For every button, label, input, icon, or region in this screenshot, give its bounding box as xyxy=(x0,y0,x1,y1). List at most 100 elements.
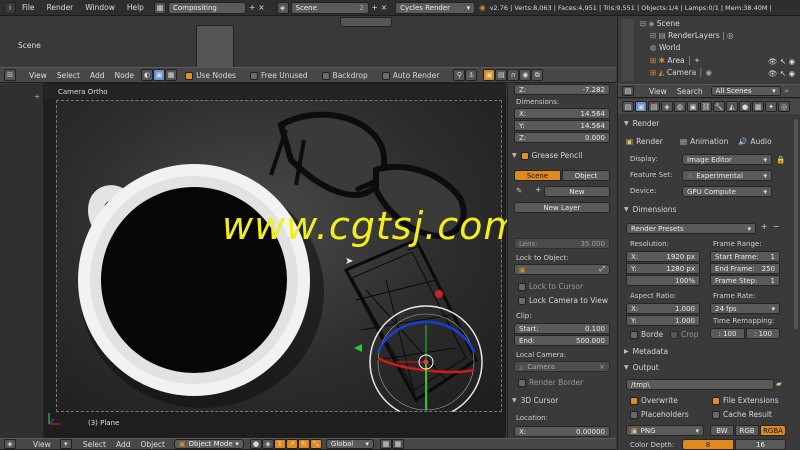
lock-to-cursor-checkbox[interactable] xyxy=(518,283,526,291)
outliner-item-scene[interactable]: ⊟ ◈ Scene xyxy=(640,19,680,28)
copy-icon[interactable]: ⧉ xyxy=(531,69,544,81)
backdrop-toggle[interactable]: Backdrop xyxy=(321,71,368,80)
color-rgb-button[interactable]: RGB xyxy=(735,425,759,436)
local-camera-field[interactable]: ◭ Camera × xyxy=(514,361,610,372)
outliner-visibility-icons[interactable]: 👁 ↖ ◉ xyxy=(768,57,795,66)
add-layout-icon[interactable]: + xyxy=(249,3,255,12)
border-toggle[interactable]: Borde xyxy=(630,330,663,339)
audio-button[interactable]: 🔊 Audio xyxy=(738,137,772,146)
frame-rate-dropdown[interactable]: 24 fps ▾ xyxy=(710,303,780,314)
dimensions-panel-header[interactable]: ▼ Dimensions xyxy=(624,205,676,214)
file-extensions-toggle[interactable]: File Extensions xyxy=(712,396,779,405)
menu-render[interactable]: Render xyxy=(41,3,80,12)
render-button[interactable]: ▣ Render xyxy=(626,137,663,146)
layer-icon-2[interactable]: ▦ xyxy=(391,439,404,449)
end-frame-field[interactable]: End Frame: 250 xyxy=(710,263,780,274)
file-extensions-checkbox[interactable] xyxy=(712,397,720,405)
menu-help[interactable]: Help xyxy=(121,3,150,12)
shading-icon[interactable]: ● xyxy=(249,439,262,449)
3d-menu-select[interactable]: Select xyxy=(78,440,111,449)
info-editor-icon[interactable]: i xyxy=(4,1,16,14)
3d-view-editor-icon[interactable]: ◈ xyxy=(4,439,16,449)
translate-icon[interactable]: ↗ xyxy=(285,439,298,449)
animation-button[interactable]: ▤ Animation xyxy=(680,137,728,146)
snap-icon[interactable]: ▣ xyxy=(483,69,496,81)
frame-step-field[interactable]: Frame Step: 1 xyxy=(710,275,780,286)
composite-node[interactable] xyxy=(340,17,392,27)
outliner-menu-view[interactable]: View xyxy=(644,87,672,96)
world-tab-icon[interactable]: ◍ xyxy=(674,101,686,112)
shelf-toggle-icon[interactable]: + xyxy=(34,92,40,101)
lock-camera-to-view-checkbox[interactable] xyxy=(518,297,526,305)
metadata-panel-header[interactable]: ▶ Metadata xyxy=(624,347,668,356)
color-rgba-button[interactable]: RGBA xyxy=(760,425,786,436)
resolution-percentage-field[interactable]: 100% xyxy=(626,275,700,286)
grease-pencil-new-button[interactable]: New xyxy=(544,186,610,197)
material-tab-icon[interactable]: ● xyxy=(739,101,751,112)
color-bw-button[interactable]: BW xyxy=(710,425,734,436)
modifiers-tab-icon[interactable]: 🔧 xyxy=(713,101,725,112)
outliner-item-area[interactable]: ⊞ ✱ Area │ ✦ xyxy=(650,56,700,65)
render-tab-icon[interactable]: ▣ xyxy=(635,101,647,112)
free-unused-checkbox[interactable] xyxy=(249,71,258,80)
overwrite-toggle[interactable]: Overwrite xyxy=(630,396,678,405)
crop-toggle[interactable]: Crop xyxy=(670,330,699,339)
time-remap-new-field[interactable]: : 100 xyxy=(746,328,780,339)
render-icon[interactable]: ◉ xyxy=(519,69,532,81)
editor-type-icon[interactable]: ⊟ xyxy=(4,69,16,81)
physics-tab-icon[interactable]: ◎ xyxy=(778,101,790,112)
cache-result-toggle[interactable]: Cache Result xyxy=(712,410,772,419)
output-path-field[interactable]: /tmp\ xyxy=(626,379,774,390)
3d-menu-view[interactable]: View xyxy=(28,440,56,449)
anchor-icon[interactable]: ⚓ xyxy=(465,69,478,81)
object-tab-icon[interactable]: ▣ xyxy=(687,101,699,112)
pivot-icon[interactable]: ◈ xyxy=(261,439,274,449)
data-tab-icon[interactable]: ◭ xyxy=(726,101,738,112)
texture-nodes-icon[interactable]: ▦ xyxy=(165,69,178,81)
3d-cursor-panel-header[interactable]: ▼ 3D Cursor xyxy=(512,396,558,405)
outliner-search-icon[interactable]: ⌕ xyxy=(785,86,789,96)
use-nodes-checkbox[interactable] xyxy=(185,71,194,80)
screen-layout-icon[interactable]: ▦ xyxy=(153,1,166,14)
resolution-x-field[interactable]: X: 1920 px xyxy=(626,251,700,262)
delete-scene-icon[interactable]: × xyxy=(381,3,387,12)
render-border-checkbox[interactable] xyxy=(518,379,526,387)
folder-icon[interactable]: ▰ xyxy=(776,379,782,388)
menu-file[interactable]: File xyxy=(16,3,41,12)
placeholders-checkbox[interactable] xyxy=(630,411,638,419)
grease-pencil-checkbox[interactable] xyxy=(520,151,529,160)
scene-icon[interactable]: ◈ xyxy=(276,1,289,14)
transform-orientation-dropdown[interactable]: Global ▾ xyxy=(325,439,374,449)
grease-pencil-tab-object[interactable]: Object xyxy=(562,170,610,181)
device-dropdown[interactable]: GPU Compute ▾ xyxy=(682,186,772,197)
start-frame-field[interactable]: Start Frame: 1 xyxy=(710,251,780,262)
outliner-editor-icon[interactable]: ▤ xyxy=(622,86,634,96)
clip-start-field[interactable]: Start: 0.100 xyxy=(514,323,610,334)
node-menu-select[interactable]: Select xyxy=(52,71,85,80)
plus-icon[interactable]: + xyxy=(535,185,541,194)
magnet-icon[interactable]: ∩ xyxy=(507,69,520,81)
menu-window[interactable]: Window xyxy=(79,3,121,12)
clip-end-field[interactable]: End: 500.000 xyxy=(514,335,610,346)
scale-icon[interactable]: ⤡ xyxy=(309,439,322,449)
cache-result-checkbox[interactable] xyxy=(712,411,720,419)
lock-interface-icon[interactable]: 🔒 xyxy=(776,155,785,164)
placeholders-toggle[interactable]: Placeholders xyxy=(630,410,689,419)
scene-field[interactable]: Scene 2 xyxy=(290,1,369,14)
cursor-x-field[interactable]: X: 0.00000 xyxy=(514,426,610,437)
render-panel-header[interactable]: ▼ Render xyxy=(624,119,659,128)
lock-to-object-field[interactable]: ▣ ⤢ xyxy=(514,264,610,275)
feature-set-dropdown[interactable]: ⚠ Experimental ▾ xyxy=(682,170,772,181)
use-nodes-toggle[interactable]: Use Nodes xyxy=(185,71,236,80)
lock-camera-to-view-toggle[interactable]: Lock Camera to View xyxy=(518,296,608,305)
outliner-item-renderlayers[interactable]: ⊟ ▤ RenderLayers | ◎ xyxy=(650,31,734,40)
aspect-y-field[interactable]: Y: 1.000 xyxy=(626,315,700,326)
scene-tab-icon[interactable]: ◈ xyxy=(661,101,673,112)
backdrop-checkbox[interactable] xyxy=(321,71,330,80)
screen-layout-field[interactable]: Compositing xyxy=(167,1,246,14)
auto-render-checkbox[interactable] xyxy=(381,71,390,80)
overwrite-checkbox[interactable] xyxy=(630,397,638,405)
color-depth-16-button[interactable]: 16 xyxy=(735,439,786,450)
outliner-visibility-icons-2[interactable]: 👁 ↖ ◉ xyxy=(768,69,795,78)
add-scene-icon[interactable]: + xyxy=(372,3,378,12)
